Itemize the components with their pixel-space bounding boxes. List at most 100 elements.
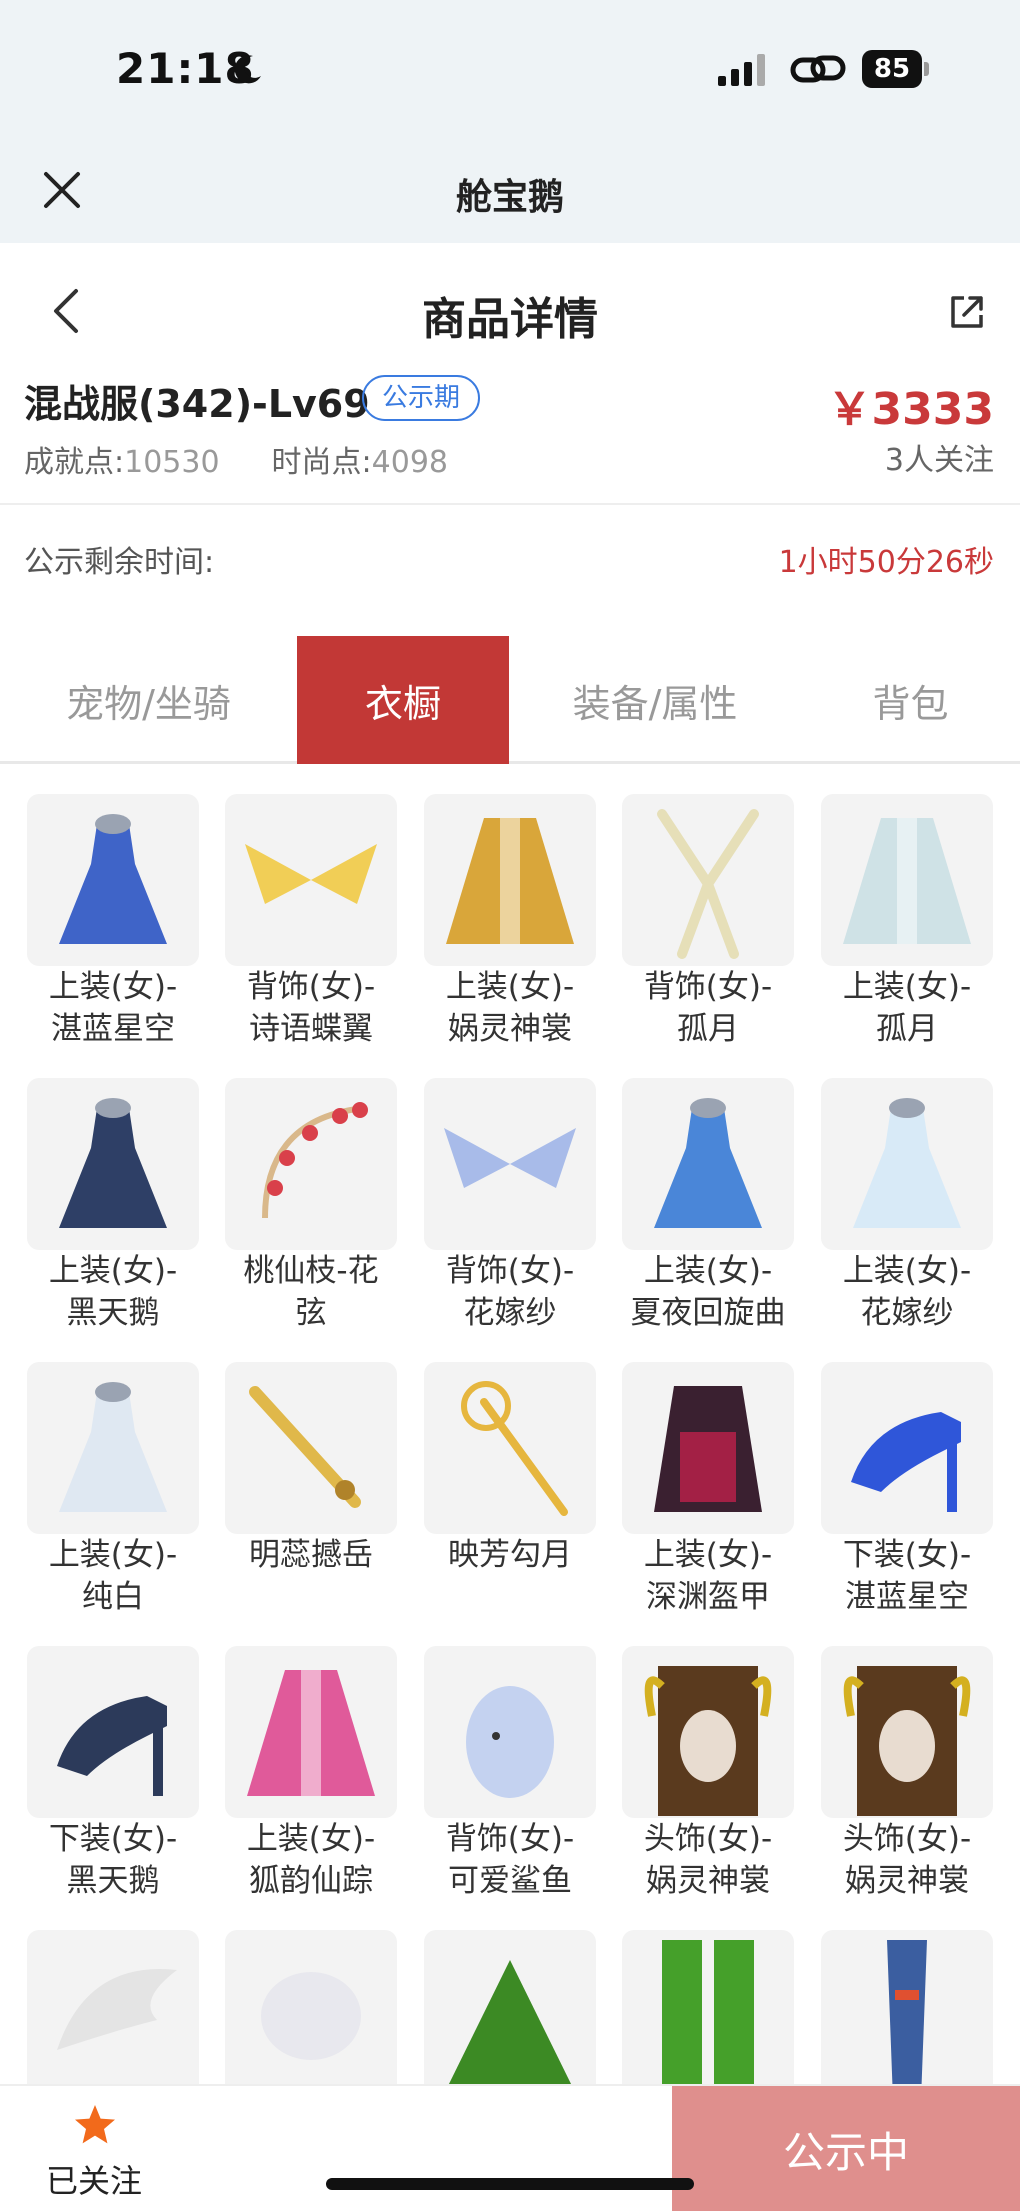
- tab-equipment-attributes[interactable]: 装备/属性: [509, 636, 801, 764]
- item-label-line2: 娲灵神裳: [845, 1863, 969, 1899]
- action-label: 公示中: [782, 2128, 909, 2177]
- app-title: 舱宝鹅: [455, 177, 564, 218]
- item-label-line1: 头饰(女)-: [842, 1821, 972, 1857]
- moon-icon: [234, 55, 261, 84]
- wardrobe-item[interactable]: 上装(女)- 花嫁纱: [821, 1048, 1019, 1331]
- item-label-line1: 下装(女)-: [842, 1537, 972, 1573]
- wardrobe-item[interactable]: 桃仙枝-花弦: [225, 1048, 423, 1331]
- product-name: 混战服(342)-Lv69: [24, 382, 370, 426]
- headdress-icon: [644, 1666, 772, 1816]
- wardrobe-item[interactable]: 下装(女)- 湛蓝星空: [821, 1332, 1019, 1615]
- item-label-line2: 花嫁纱: [860, 1295, 954, 1331]
- wardrobe-item[interactable]: 背饰(女)- 诗语蝶翼: [225, 764, 423, 1047]
- item-thumbnail: [622, 1646, 794, 1818]
- wardrobe-item[interactable]: 上装(女)- 黑天鹅: [27, 1048, 225, 1331]
- item-label-line2: 孤月: [677, 1011, 739, 1047]
- item-label-line2: 娲灵神裳: [646, 1863, 770, 1899]
- blue-gown-icon: [654, 1098, 762, 1228]
- item-label-line2: 花嫁纱: [463, 1295, 557, 1331]
- wardrobe-item[interactable]: 明蕊撼岳: [225, 1332, 423, 1602]
- countdown-value: 1小时50分26秒: [778, 545, 994, 580]
- headdress-icon: [843, 1666, 971, 1816]
- item-label: 背饰(女)- 花嫁纱: [410, 1250, 610, 1334]
- item-label: 上装(女)- 纯白: [13, 1534, 213, 1618]
- item-label-line1: 下装(女)-: [48, 1821, 178, 1857]
- follow-button[interactable]: 已关注: [0, 2086, 672, 2211]
- item-thumbnail: [821, 1078, 993, 1250]
- item-thumbnail: [27, 1646, 199, 1818]
- wardrobe-item[interactable]: 上装(女)- 娲灵神裳: [424, 764, 622, 1047]
- veil-wings-icon: [444, 1128, 576, 1188]
- wardrobe-item[interactable]: [821, 1900, 1019, 2084]
- top-shell: 21:18 85 舱宝鹅: [0, 0, 1020, 243]
- category-tabs: 宠物/坐骑 衣橱 装备/属性 背包: [0, 636, 1020, 764]
- item-thumbnail: [424, 794, 596, 966]
- share-icon[interactable]: [948, 293, 986, 331]
- item-label-line1: 背饰(女)-: [445, 1253, 575, 1289]
- follow-label: 已关注: [46, 2162, 143, 2200]
- dark-heel-icon: [57, 1696, 167, 1796]
- item-label-line2: 弦: [295, 1295, 327, 1331]
- wardrobe-item[interactable]: 下装(女)- 黑天鹅: [27, 1616, 225, 1899]
- wardrobe-item[interactable]: 上装(女)- 深渊盔甲: [622, 1332, 820, 1615]
- tab-label: 背包: [872, 681, 949, 726]
- wardrobe-item[interactable]: 上装(女)- 纯白: [27, 1332, 225, 1615]
- wardrobe-item[interactable]: 头饰(女)- 娲灵神裳: [821, 1616, 1019, 1899]
- battery-level: 85: [862, 50, 922, 88]
- red-armor-icon: [654, 1386, 762, 1512]
- item-label: 上装(女)- 狐韵仙踪: [211, 1818, 411, 1902]
- wardrobe-item[interactable]: 上装(女)- 孤月: [821, 764, 1019, 1047]
- wardrobe-item[interactable]: 背饰(女)- 可爱鲨鱼: [424, 1616, 622, 1899]
- product-stats: 成就点:10530 时尚点:4098: [24, 437, 500, 481]
- item-thumbnail: [424, 1646, 596, 1818]
- product-price: ￥3333: [827, 384, 994, 435]
- star-icon: [75, 2105, 115, 2144]
- item-label-line2: 湛蓝星空: [51, 1011, 175, 1047]
- item-label-line2: 纯白: [82, 1579, 144, 1615]
- wardrobe-item[interactable]: [27, 1900, 225, 2084]
- wardrobe-item[interactable]: 映芳勾月: [424, 1332, 622, 1602]
- tab-label: 装备/属性: [572, 681, 738, 726]
- item-thumbnail: [622, 1362, 794, 1534]
- wardrobe-item[interactable]: 背饰(女)- 孤月: [622, 764, 820, 1047]
- achievement-value: 10530: [124, 445, 220, 480]
- shark-icon: [466, 1686, 554, 1798]
- item-label: 下装(女)- 黑天鹅: [13, 1818, 213, 1902]
- item-label: 桃仙枝-花弦: [211, 1250, 411, 1334]
- item-label: 映芳勾月: [410, 1534, 610, 1576]
- item-label-line1: 上装(女)-: [246, 1821, 376, 1857]
- tab-pets-mounts[interactable]: 宠物/坐骑: [0, 636, 297, 764]
- tab-wardrobe[interactable]: 衣橱: [297, 636, 509, 764]
- item-thumbnail: [821, 1930, 993, 2084]
- item-thumbnail: [27, 1078, 199, 1250]
- item-thumbnail: [225, 1646, 397, 1818]
- wardrobe-item[interactable]: [225, 1900, 423, 2084]
- publicity-status-button[interactable]: 公示中: [672, 2086, 1020, 2211]
- white-puff-icon: [261, 1972, 361, 2060]
- item-label: 上装(女)- 孤月: [807, 966, 1007, 1050]
- item-label-line2: 湛蓝星空: [845, 1579, 969, 1615]
- green-tree-icon: [448, 1960, 572, 2084]
- fashion-value: 4098: [371, 445, 449, 480]
- tab-label: 衣橱: [364, 681, 441, 726]
- gold-sword-icon: [249, 1386, 361, 1508]
- wardrobe-item[interactable]: 背饰(女)- 花嫁纱: [424, 1048, 622, 1331]
- wardrobe-item[interactable]: 上装(女)- 湛蓝星空: [27, 764, 225, 1047]
- item-label: 上装(女)- 娲灵神裳: [410, 966, 610, 1050]
- item-label: 上装(女)- 花嫁纱: [807, 1250, 1007, 1334]
- item-label: 背饰(女)- 诗语蝶翼: [211, 966, 411, 1050]
- wardrobe-item[interactable]: 头饰(女)- 娲灵神裳: [622, 1616, 820, 1899]
- wardrobe-item[interactable]: [622, 1900, 820, 2084]
- item-thumbnail: [424, 1930, 596, 2084]
- wardrobe-item[interactable]: 上装(女)- 夏夜回旋曲: [622, 1048, 820, 1331]
- blue-dress-icon: [59, 814, 167, 944]
- item-label-line1: 上装(女)-: [842, 969, 972, 1005]
- item-label-line2: 诗语蝶翼: [249, 1011, 373, 1047]
- item-thumbnail: [622, 1930, 794, 2084]
- product-info: 混战服(342)-Lv69 公示期 ￥3333 成就点:10530 时尚点:409…: [0, 373, 1020, 503]
- wardrobe-item[interactable]: 上装(女)- 狐韵仙踪: [225, 1616, 423, 1899]
- white-dress-icon: [59, 1382, 167, 1512]
- item-label-line1: 映芳勾月: [448, 1537, 572, 1573]
- wardrobe-item[interactable]: [424, 1900, 622, 2084]
- tab-backpack[interactable]: 背包: [801, 636, 1020, 764]
